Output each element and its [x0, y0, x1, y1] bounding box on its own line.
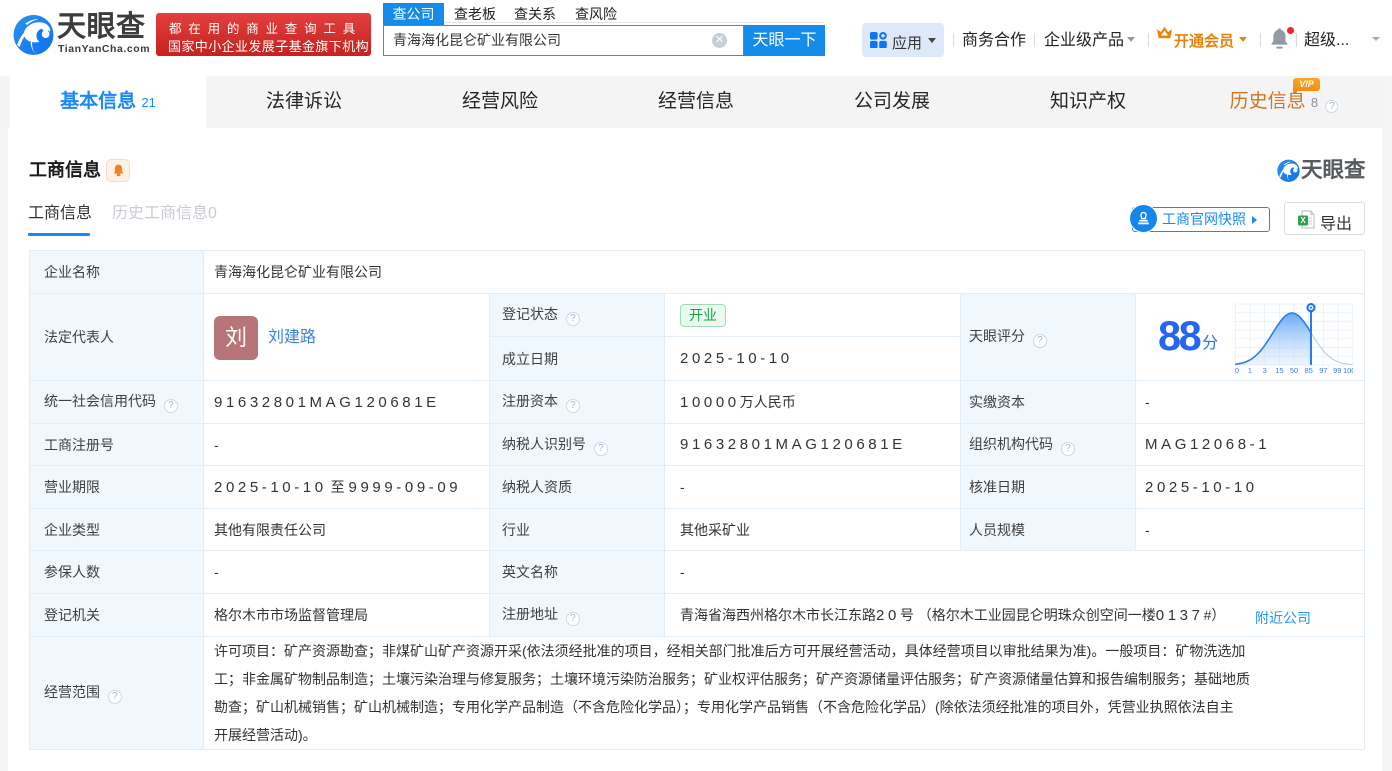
- svg-text:0: 0: [1235, 366, 1239, 374]
- svg-text:100: 100: [1343, 366, 1353, 374]
- svg-text:50: 50: [1290, 366, 1298, 374]
- svg-text:99: 99: [1333, 366, 1341, 374]
- svg-text:15: 15: [1275, 366, 1283, 374]
- svg-text:85: 85: [1305, 366, 1313, 374]
- svg-text:X: X: [1300, 216, 1306, 225]
- svg-text:3: 3: [1263, 366, 1267, 374]
- svg-text:97: 97: [1319, 366, 1327, 374]
- svg-text:1: 1: [1248, 366, 1252, 374]
